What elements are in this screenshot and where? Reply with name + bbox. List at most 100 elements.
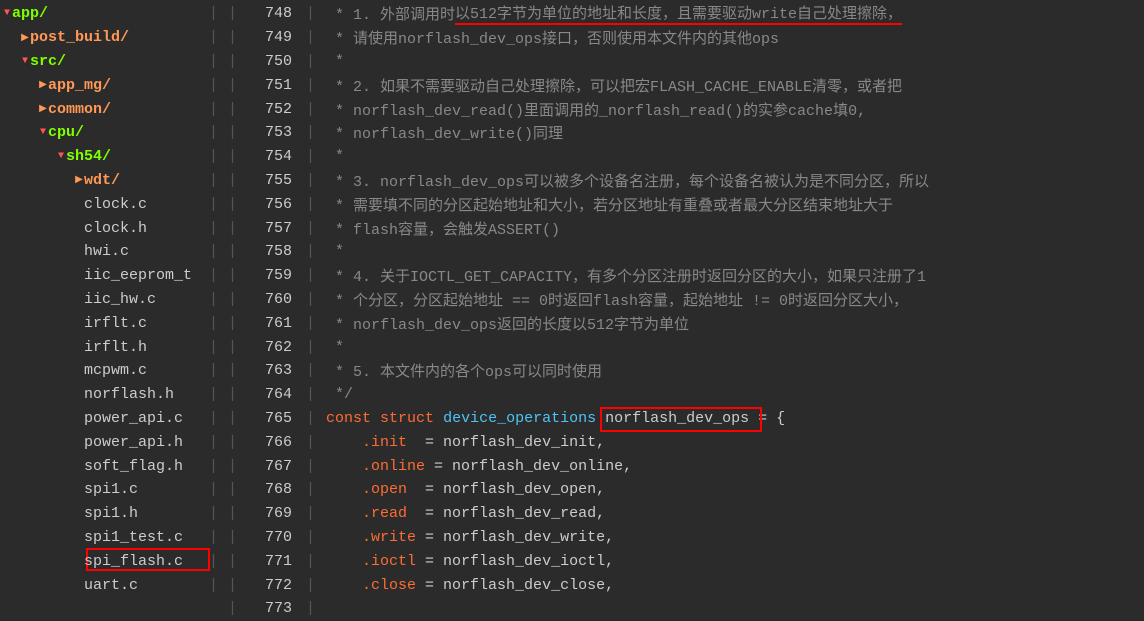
file-item[interactable]: hwi.c| bbox=[0, 240, 222, 264]
comment: * 需要填不同的分区起始地址和大小，若分区地址有重叠或者最大分区结束地址大于 bbox=[326, 194, 893, 215]
divider-pipe: | bbox=[209, 481, 218, 498]
gutter-divider: |||||||||||||||||||||||||| bbox=[222, 0, 248, 600]
line-number: 754 bbox=[248, 145, 300, 169]
divider-pipe: | bbox=[209, 196, 218, 213]
field: .open bbox=[362, 481, 407, 498]
item-label: soft_flag.h bbox=[84, 458, 183, 475]
file-item[interactable]: spi1_test.c| bbox=[0, 526, 222, 550]
item-label: mcpwm.c bbox=[84, 362, 147, 379]
value: norflash_dev_open bbox=[443, 481, 596, 498]
folder-item[interactable]: ▶common/| bbox=[0, 97, 222, 121]
item-label: sh54/ bbox=[66, 148, 111, 165]
line-number: 760 bbox=[248, 288, 300, 312]
line-number: 768 bbox=[248, 478, 300, 502]
comment: * 请使用norflash_dev_ops接口，否则使用本文件内的其他ops bbox=[326, 27, 779, 48]
line-number: 770 bbox=[248, 526, 300, 550]
folder-item[interactable]: ▼cpu/| bbox=[0, 121, 222, 145]
item-label: clock.c bbox=[84, 196, 147, 213]
file-item[interactable]: clock.h| bbox=[0, 216, 222, 240]
line-number: 767 bbox=[248, 454, 300, 478]
chevron-right-icon: ▶ bbox=[38, 103, 48, 115]
divider-pipe: | bbox=[209, 386, 218, 403]
divider-pipe: | bbox=[209, 77, 218, 94]
divider-pipe: | bbox=[209, 291, 218, 308]
file-item[interactable]: uart.c| bbox=[0, 573, 222, 597]
divider-pipe: | bbox=[209, 553, 218, 570]
item-label: hwi.c bbox=[84, 243, 129, 260]
divider-pipe: | bbox=[209, 53, 218, 70]
chevron-right-icon: ▶ bbox=[74, 174, 84, 186]
divider-pipe: | bbox=[209, 434, 218, 451]
divider-pipe: | bbox=[209, 410, 218, 427]
item-label: wdt/ bbox=[84, 172, 120, 189]
item-label: irflt.c bbox=[84, 315, 147, 332]
divider-pipe: | bbox=[209, 315, 218, 332]
file-item[interactable]: clock.c | bbox=[0, 192, 222, 216]
file-item[interactable]: spi1.c| bbox=[0, 478, 222, 502]
comment: * flash容量，会触发ASSERT() bbox=[326, 218, 560, 239]
line-number: 763 bbox=[248, 359, 300, 383]
comment: * 4. 关于IOCTL_GET_CAPACITY，有多个分区注册时返回分区的大… bbox=[326, 265, 926, 286]
chevron-right-icon: ▶ bbox=[20, 32, 30, 44]
file-item[interactable]: irflt.h| bbox=[0, 335, 222, 359]
line-numbers: 7487497507517527537547557567577587597607… bbox=[248, 0, 300, 600]
comment: * 个分区，分区起始地址 == 0时返回flash容量，起始地址 != 0时返回… bbox=[326, 289, 908, 310]
comment: * 1. 外部调用时 bbox=[326, 3, 455, 24]
item-label: uart.c bbox=[84, 577, 138, 594]
file-tree: ▼app/|▶post_build/|▼src/|▶app_mg/|▶commo… bbox=[0, 0, 222, 600]
keyword-struct: struct bbox=[380, 410, 434, 427]
item-label: power_api.h bbox=[84, 434, 183, 451]
folder-item[interactable]: ▼app/| bbox=[0, 2, 222, 26]
chevron-down-icon: ▼ bbox=[20, 56, 30, 67]
file-item[interactable]: iic_eeprom_t| bbox=[0, 264, 222, 288]
item-label: irflt.h bbox=[84, 339, 147, 356]
line-number: 759 bbox=[248, 264, 300, 288]
field: .close bbox=[362, 577, 416, 594]
line-number: 757 bbox=[248, 216, 300, 240]
divider-pipe: | bbox=[209, 458, 218, 475]
value: norflash_dev_online bbox=[452, 458, 623, 475]
item-label: spi_flash.c bbox=[84, 553, 183, 570]
value: norflash_dev_read bbox=[443, 505, 596, 522]
line-number: 772 bbox=[248, 573, 300, 597]
file-item[interactable]: irflt.c | bbox=[0, 311, 222, 335]
item-label: src/ bbox=[30, 53, 66, 70]
item-label: power_api.c bbox=[84, 410, 183, 427]
folder-item[interactable]: ▼src/ | bbox=[0, 50, 222, 74]
comment: * norflash_dev_write()同理 bbox=[326, 122, 563, 143]
type-name: device_operations bbox=[443, 410, 596, 427]
file-item[interactable]: norflash.h| bbox=[0, 383, 222, 407]
file-item[interactable]: power_api.c | bbox=[0, 407, 222, 431]
item-label: iic_eeprom_t bbox=[84, 267, 192, 284]
file-item[interactable]: iic_hw.c| bbox=[0, 288, 222, 312]
file-item[interactable]: spi1.h | bbox=[0, 502, 222, 526]
folder-item[interactable]: ▼sh54/| bbox=[0, 145, 222, 169]
file-item[interactable]: power_api.h | bbox=[0, 430, 222, 454]
line-number: 758 bbox=[248, 240, 300, 264]
gutter-divider-right: |||||||||||||||||||||||||| bbox=[300, 0, 326, 600]
value: norflash_dev_close bbox=[443, 577, 605, 594]
keyword-const: const bbox=[326, 410, 371, 427]
chevron-down-icon: ▼ bbox=[2, 8, 12, 19]
comment-underlined: 以512字节为单位的地址和长度，且需要驱动write自己处理擦除， bbox=[455, 2, 902, 25]
value: norflash_dev_init bbox=[443, 434, 596, 451]
divider-pipe: | bbox=[209, 124, 218, 141]
file-item[interactable]: spi_flash.c | bbox=[0, 549, 222, 573]
folder-item[interactable]: ▶wdt/| bbox=[0, 169, 222, 193]
file-item[interactable]: soft_flag.h | bbox=[0, 454, 222, 478]
line-number: 749 bbox=[248, 26, 300, 50]
line-number: 751 bbox=[248, 73, 300, 97]
folder-item[interactable]: ▶post_build/| bbox=[0, 26, 222, 50]
folder-item[interactable]: ▶app_mg/| bbox=[0, 73, 222, 97]
field: .init bbox=[362, 434, 407, 451]
item-label: spi1.h bbox=[84, 505, 138, 522]
code-editor[interactable]: * 1. 外部调用时以512字节为单位的地址和长度，且需要驱动write自己处理… bbox=[326, 0, 1144, 600]
comment: * 2. 如果不需要驱动自己处理擦除，可以把宏FLASH_CACHE_ENABL… bbox=[326, 75, 902, 96]
divider-pipe: | bbox=[209, 220, 218, 237]
divider-pipe: | bbox=[209, 505, 218, 522]
item-label: common/ bbox=[48, 101, 111, 118]
file-item[interactable]: mcpwm.c| bbox=[0, 359, 222, 383]
field: .read bbox=[362, 505, 407, 522]
line-number: 765 bbox=[248, 407, 300, 431]
comment: * bbox=[326, 53, 344, 70]
